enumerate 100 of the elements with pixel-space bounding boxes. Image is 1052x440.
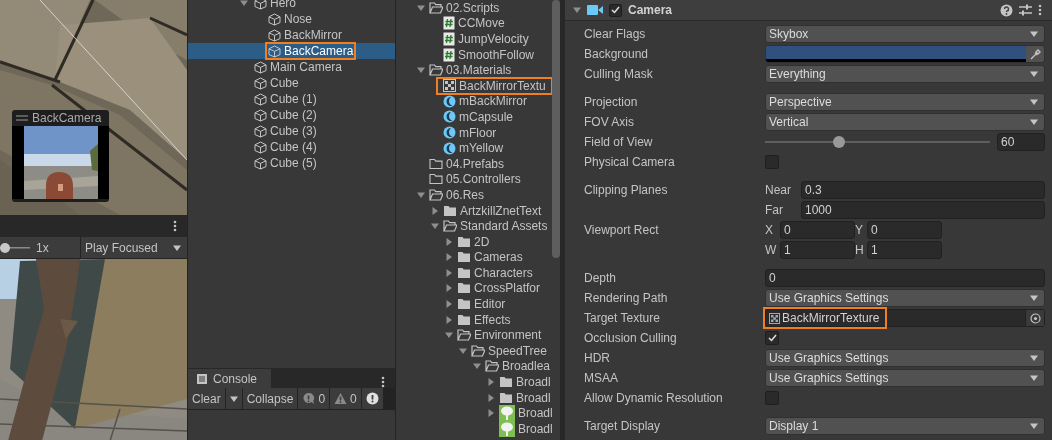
number-field[interactable]: 0 bbox=[780, 221, 855, 239]
number-field[interactable]: 0 bbox=[765, 269, 1045, 287]
clear-button[interactable]: Clear bbox=[188, 388, 225, 409]
warning-filter-button[interactable]: 0 bbox=[330, 388, 361, 409]
hierarchy-item[interactable]: BackMirror bbox=[188, 27, 395, 43]
project-item[interactable]: Environment bbox=[396, 327, 553, 344]
project-item[interactable]: Effects bbox=[396, 311, 553, 328]
project-item[interactable]: Standard Assets bbox=[396, 218, 553, 234]
disclosure-arrow-icon[interactable] bbox=[445, 237, 453, 246]
dropdown[interactable]: Perspective bbox=[765, 93, 1045, 111]
number-field[interactable]: 0 bbox=[867, 221, 942, 239]
disclosure-arrow-icon[interactable] bbox=[445, 331, 453, 340]
project-item[interactable]: mBackMirror bbox=[396, 93, 553, 110]
hierarchy-item[interactable]: Cube bbox=[188, 75, 395, 91]
clear-options-button[interactable] bbox=[225, 388, 242, 409]
disclosure-arrow-icon[interactable] bbox=[487, 409, 495, 418]
disclosure-arrow-icon[interactable] bbox=[417, 3, 425, 12]
hierarchy-item[interactable]: Main Camera bbox=[188, 59, 395, 75]
project-item[interactable]: Broadl bbox=[396, 421, 553, 437]
disclosure-arrow-icon[interactable] bbox=[487, 393, 495, 402]
dropdown[interactable]: Use Graphics Settings bbox=[765, 369, 1045, 387]
more-icon[interactable] bbox=[173, 220, 177, 232]
more-icon[interactable] bbox=[1038, 4, 1042, 16]
disclosure-arrow-icon[interactable] bbox=[445, 268, 453, 277]
project-item[interactable]: BackMirrorTextu bbox=[396, 77, 553, 94]
slider-thumb[interactable] bbox=[0, 242, 10, 253]
dropdown[interactable]: Use Graphics Settings bbox=[765, 289, 1045, 307]
project-item[interactable]: JumpVelocity bbox=[396, 31, 553, 47]
project-item[interactable]: 06.Res bbox=[396, 187, 553, 203]
project-item[interactable]: Editor bbox=[396, 296, 553, 312]
checkbox[interactable] bbox=[609, 3, 622, 17]
disclosure-arrow-icon[interactable] bbox=[459, 346, 467, 355]
project-item[interactable]: 03.Materials bbox=[396, 62, 553, 78]
project-item[interactable]: ArtzkillZnetText bbox=[396, 202, 553, 219]
project-item[interactable]: SmoothFollow bbox=[396, 46, 553, 63]
property-label: Viewport Rect bbox=[584, 222, 660, 239]
number-field[interactable]: 1 bbox=[780, 241, 855, 259]
help-icon[interactable] bbox=[1000, 3, 1013, 17]
number-field[interactable]: 1 bbox=[867, 241, 942, 259]
dropdown[interactable]: Vertical bbox=[765, 113, 1045, 131]
scrollbar[interactable] bbox=[552, 0, 560, 258]
dropdown[interactable]: Everything bbox=[765, 65, 1045, 83]
checkbox[interactable] bbox=[765, 155, 779, 169]
field-label: H bbox=[855, 243, 865, 257]
settings-icon[interactable] bbox=[1019, 4, 1032, 16]
dropdown[interactable]: Use Graphics Settings bbox=[765, 349, 1045, 367]
hierarchy-item[interactable]: Cube (4) bbox=[188, 139, 395, 155]
project-item[interactable]: Characters bbox=[396, 265, 553, 281]
disclosure-arrow-icon[interactable] bbox=[431, 206, 439, 215]
project-item[interactable]: mFloor bbox=[396, 124, 553, 141]
info-filter-button[interactable]: 0 bbox=[298, 388, 330, 409]
project-item[interactable]: Broadlea bbox=[396, 358, 553, 375]
target-icon[interactable] bbox=[1029, 312, 1041, 324]
disclosure-arrow-icon[interactable] bbox=[445, 300, 453, 309]
error-icon bbox=[365, 392, 379, 405]
disclosure-arrow-icon[interactable] bbox=[473, 362, 481, 371]
console-tab[interactable]: Console bbox=[188, 369, 272, 388]
project-item[interactable]: Broadl bbox=[396, 405, 553, 422]
project-item[interactable]: 04.Prefabs bbox=[396, 155, 553, 172]
disclosure-arrow-icon[interactable] bbox=[445, 315, 453, 324]
checkbox[interactable] bbox=[765, 331, 779, 345]
hierarchy-item[interactable]: BackCamera bbox=[188, 43, 395, 59]
disclosure-arrow-icon[interactable] bbox=[431, 222, 439, 231]
disclosure-arrow-icon[interactable] bbox=[487, 378, 495, 387]
disclosure-arrow-icon[interactable] bbox=[417, 66, 425, 75]
hierarchy-item[interactable]: Cube (3) bbox=[188, 123, 395, 139]
hierarchy-item[interactable]: Cube (5) bbox=[188, 155, 395, 171]
slider-thumb[interactable] bbox=[833, 136, 846, 148]
disclosure-arrow-icon[interactable] bbox=[240, 0, 248, 7]
collapse-button[interactable]: Collapse bbox=[242, 388, 298, 409]
project-item[interactable]: SpeedTree bbox=[396, 343, 553, 359]
color-field[interactable] bbox=[765, 45, 1045, 63]
hierarchy-item[interactable]: Cube (2) bbox=[188, 107, 395, 123]
project-item[interactable]: Broadl bbox=[396, 389, 553, 406]
disclosure-arrow-icon[interactable] bbox=[573, 6, 581, 14]
caret-icon bbox=[1030, 374, 1038, 382]
disclosure-arrow-icon[interactable] bbox=[417, 190, 425, 199]
error-filter-button[interactable] bbox=[361, 388, 383, 409]
number-field[interactable]: 0.3 bbox=[801, 181, 1045, 199]
project-item[interactable]: mYellow bbox=[396, 140, 553, 156]
more-icon[interactable] bbox=[381, 376, 385, 388]
disclosure-arrow-icon[interactable] bbox=[445, 284, 453, 293]
dropdown[interactable]: Display 1 bbox=[765, 417, 1045, 435]
project-item[interactable]: CCMove bbox=[396, 15, 553, 32]
checkbox[interactable] bbox=[765, 391, 779, 405]
disclosure-arrow-icon[interactable] bbox=[445, 253, 453, 262]
project-item[interactable]: 02.Scripts bbox=[396, 0, 553, 16]
number-field[interactable]: 1000 bbox=[801, 201, 1045, 219]
project-item[interactable]: Broadl bbox=[396, 374, 553, 390]
property-label: MSAA bbox=[584, 370, 619, 387]
project-item[interactable]: 2D bbox=[396, 233, 553, 250]
hierarchy-item[interactable]: Nose bbox=[188, 11, 395, 27]
project-item[interactable]: Cameras bbox=[396, 249, 553, 266]
object-field[interactable]: BackMirrorTexture bbox=[765, 309, 1045, 327]
project-item[interactable]: mCapsule bbox=[396, 109, 553, 125]
project-item[interactable]: CrossPlatfor bbox=[396, 280, 553, 297]
number-field[interactable]: 60 bbox=[997, 133, 1045, 151]
project-item[interactable]: 05.Controllers bbox=[396, 171, 553, 188]
hierarchy-item[interactable]: Cube (1) bbox=[188, 91, 395, 107]
dropdown[interactable]: Skybox bbox=[765, 25, 1045, 43]
